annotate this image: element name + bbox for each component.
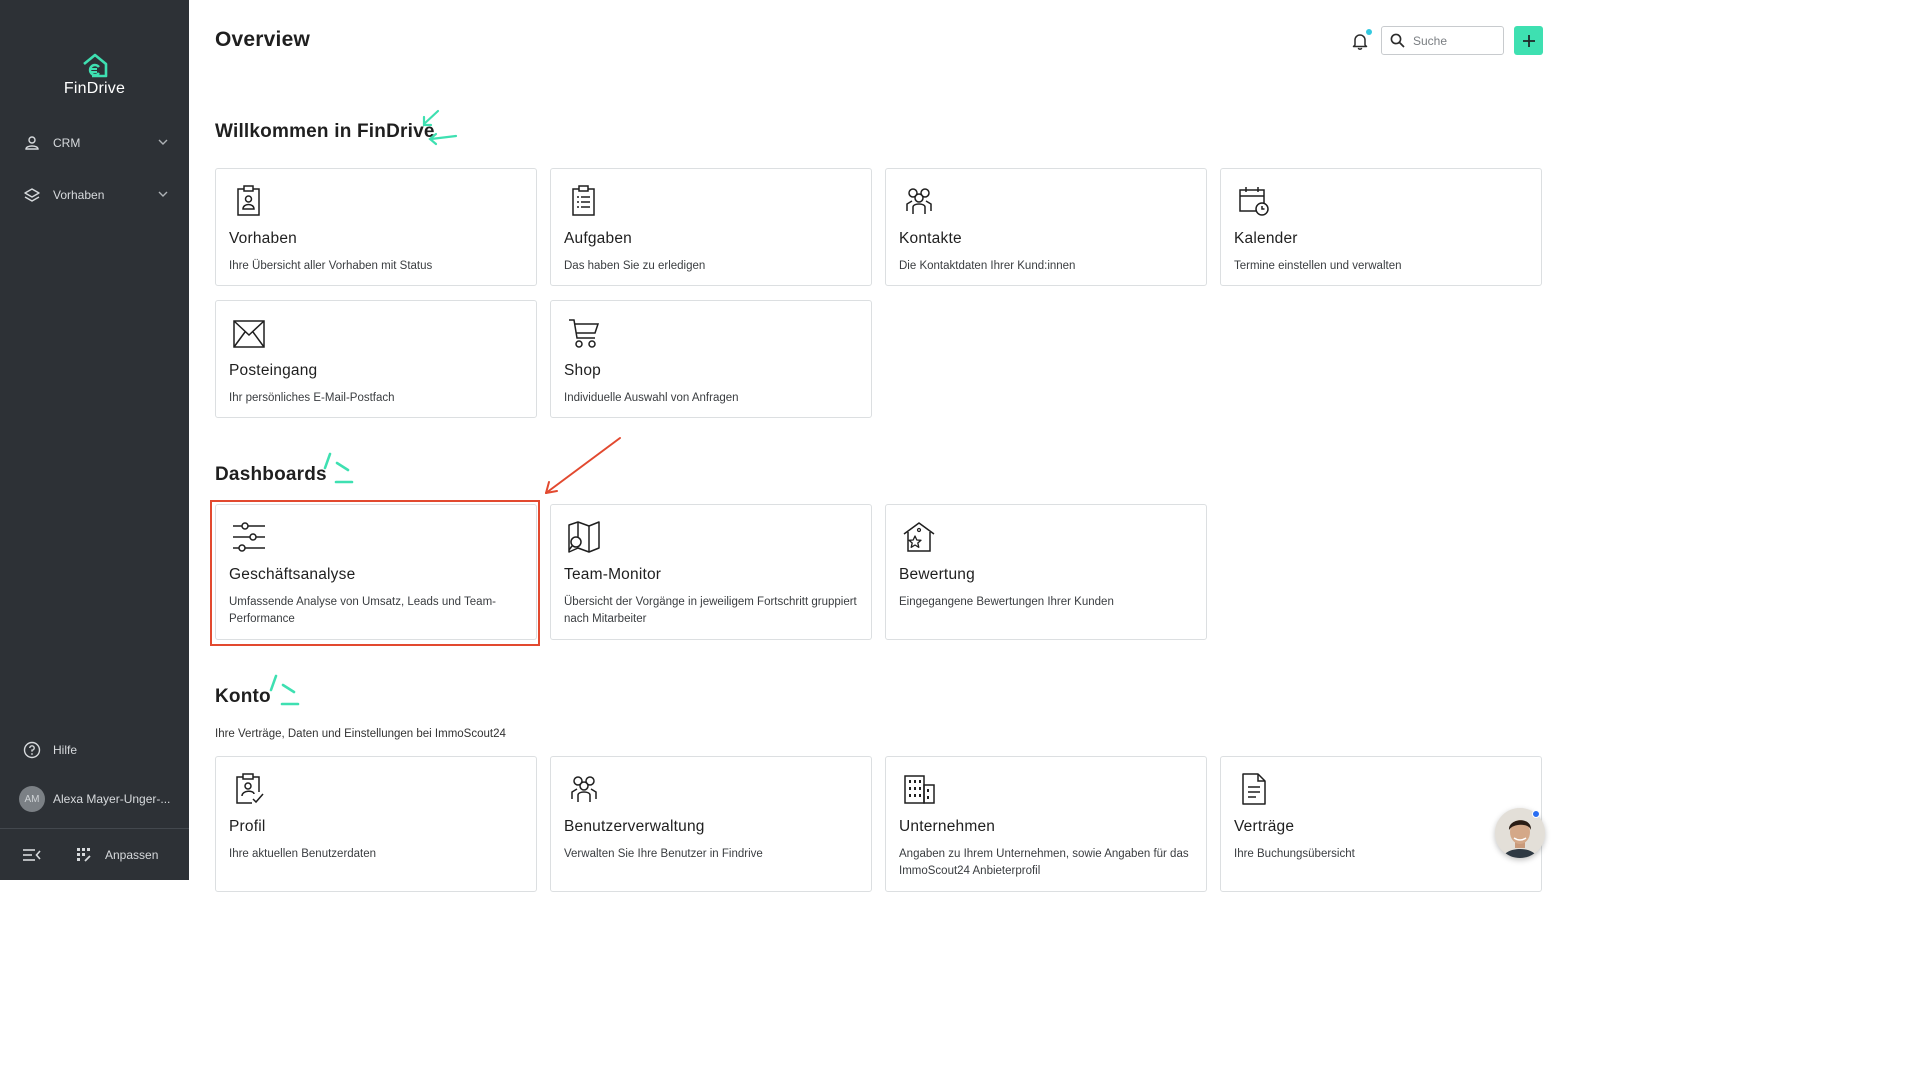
notification-badge [1366, 29, 1372, 35]
shopping-cart-icon [569, 319, 600, 348]
card-title: Posteingang [229, 362, 318, 379]
person-icon [23, 134, 41, 152]
add-button[interactable] [1514, 26, 1543, 55]
chevron-down-icon[interactable] [157, 188, 169, 200]
card-title: Bewertung [899, 566, 975, 583]
card-description: Ihre aktuellen Benutzerdaten [229, 848, 377, 860]
section-title-welcome: Willkommen in FinDrive [215, 121, 435, 142]
card-title: Unternehmen [899, 818, 996, 835]
page-title: Overview [215, 28, 310, 51]
card-geschaeftsanalyse[interactable]: Geschäftsanalyse Umfassende Analyse von … [215, 504, 537, 640]
search-box[interactable] [1381, 26, 1504, 55]
search-icon [1390, 33, 1405, 48]
users-group-icon [571, 776, 597, 802]
help-circle-icon [23, 741, 41, 759]
card-title: Kalender [1234, 230, 1298, 247]
sidebar-item-label: Vorhaben [53, 188, 105, 202]
dashboards-accent-icon [323, 452, 354, 484]
card-bewertung[interactable]: Bewertung Eingegangene Bewertungen Ihrer… [885, 504, 1207, 640]
sidebar: FinDrive CRM Vorhaben Hilfe AM Alexa May… [0, 0, 189, 880]
card-description: Übersicht der Vorgänge in jeweiligem For… [564, 596, 857, 625]
card-title: Profil [229, 818, 266, 835]
sidebar-item-crm[interactable]: CRM [0, 127, 189, 159]
sliders-icon [233, 522, 265, 552]
customize-label: Anpassen [105, 848, 159, 862]
section-subtitle-konto: Ihre Verträge, Daten und Einstellungen b… [215, 728, 506, 740]
collapse-menu-icon[interactable] [22, 847, 42, 863]
app-root: FinDrive CRM Vorhaben Hilfe AM Alexa May… [0, 0, 1568, 892]
checklist-icon [572, 185, 595, 216]
card-description: Das haben Sie zu erledigen [564, 260, 706, 272]
avatar: AM [19, 786, 45, 812]
card-shop[interactable]: Shop Individuelle Auswahl von Anfragen [550, 300, 872, 418]
card-vorhaben[interactable]: Vorhaben Ihre Übersicht aller Vorhaben m… [215, 168, 537, 286]
sidebar-item-help[interactable]: Hilfe [0, 734, 189, 766]
card-title: Verträge [1234, 818, 1295, 835]
contacts-group-icon [906, 188, 932, 214]
card-title: Aufgaben [564, 230, 632, 247]
card-posteingang[interactable]: Posteingang Ihr persönliches E-Mail-Post… [215, 300, 537, 418]
card-title: Vorhaben [229, 230, 297, 247]
card-description: Ihr persönliches E-Mail-Postfach [229, 392, 395, 404]
grid-edit-icon [77, 848, 91, 862]
card-unternehmen[interactable]: Unternehmen Angaben zu Ihrem Unternehmen… [885, 756, 1207, 892]
chevron-down-icon[interactable] [157, 136, 169, 148]
card-aufgaben[interactable]: Aufgaben Das haben Sie zu erledigen [550, 168, 872, 286]
card-kontakte[interactable]: Kontakte Die Kontaktdaten Ihrer Kund:inn… [885, 168, 1207, 286]
logo[interactable]: FinDrive [0, 52, 189, 98]
card-kalender[interactable]: Kalender Termine einstellen und verwalte… [1220, 168, 1542, 286]
user-name: Alexa Mayer-Unger-... [53, 792, 171, 806]
card-title: Kontakte [899, 230, 962, 247]
profile-document-icon [236, 773, 264, 804]
card-profil[interactable]: Profil Ihre aktuellen Benutzerdaten [215, 756, 537, 892]
map-search-icon [568, 521, 600, 553]
card-description: Termine einstellen und verwalten [1234, 260, 1402, 272]
sidebar-footer: Anpassen [0, 828, 189, 880]
card-description: Verwalten Sie Ihre Benutzer in Findrive [564, 848, 763, 860]
card-description: Ihre Buchungsübersicht [1234, 848, 1355, 860]
building-icon [904, 775, 935, 804]
section-title-dashboards: Dashboards [215, 464, 327, 485]
konto-accent-icon [269, 674, 300, 706]
card-vertraege[interactable]: Verträge Ihre Buchungsübersicht [1220, 756, 1542, 892]
bell-icon[interactable] [1352, 32, 1368, 50]
card-description: Umfassende Analyse von Umsatz, Leads und… [229, 596, 496, 625]
user-menu[interactable]: AM Alexa Mayer-Unger-... [0, 783, 189, 815]
annotation-arrow-icon [545, 437, 621, 494]
findrive-logo-icon [82, 53, 107, 78]
card-description: Eingegangene Bewertungen Ihrer Kunden [899, 596, 1114, 608]
house-star-icon [903, 522, 935, 552]
envelope-icon [233, 320, 265, 348]
card-title: Team-Monitor [564, 566, 662, 583]
chat-status-badge [1532, 810, 1540, 818]
card-title: Geschäftsanalyse [229, 566, 356, 583]
card-description: Ihre Übersicht aller Vorhaben mit Status [229, 260, 433, 272]
card-description: Individuelle Auswahl von Anfragen [564, 392, 739, 404]
document-icon [1242, 773, 1266, 805]
plus-icon [1522, 34, 1535, 47]
customize-button[interactable]: Anpassen [76, 847, 158, 863]
card-title: Benutzerverwaltung [564, 818, 705, 835]
sidebar-item-label: CRM [53, 136, 81, 150]
sidebar-item-vorhaben[interactable]: Vorhaben [0, 179, 189, 211]
card-title: Shop [564, 362, 601, 379]
calendar-clock-icon [1239, 187, 1269, 216]
card-benutzerverwaltung[interactable]: Benutzerverwaltung Verwalten Sie Ihre Be… [550, 756, 872, 892]
card-description: Die Kontaktdaten Ihrer Kund:innen [899, 260, 1076, 272]
card-description: Angaben zu Ihrem Unternehmen, sowie Anga… [899, 848, 1189, 877]
section-title-konto: Konto [215, 686, 271, 707]
layers-icon [23, 186, 41, 204]
help-label: Hilfe [53, 743, 78, 757]
clipboard-person-icon [237, 185, 260, 216]
search-input[interactable] [1413, 33, 1493, 48]
logo-text: FinDrive [63, 80, 126, 97]
card-team-monitor[interactable]: Team-Monitor Übersicht der Vorgänge in j… [550, 504, 872, 640]
